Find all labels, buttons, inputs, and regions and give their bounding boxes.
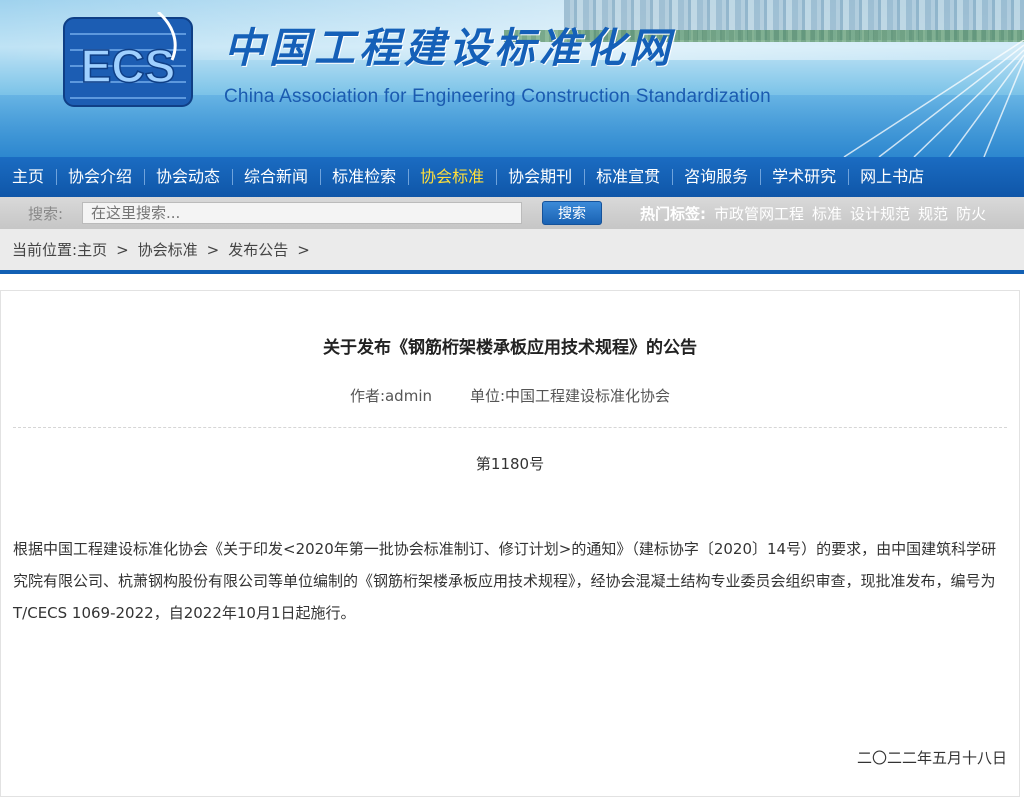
nav-item-about[interactable]: 协会介绍: [56, 157, 144, 197]
breadcrumb-separator: >: [206, 240, 220, 259]
article-date: 二〇二二年五月十八日: [856, 749, 1007, 767]
hot-tag[interactable]: 市政管网工程: [714, 203, 804, 224]
article-unit: 单位:中国工程建设标准化协会: [470, 387, 671, 405]
announcement-number: 第1180号: [475, 455, 545, 473]
nav-item-standard-search[interactable]: 标准检索: [320, 157, 408, 197]
nav-item-promotion[interactable]: 标准宣贯: [584, 157, 672, 197]
article-panel: 关于发布《钢筋桁架楼承板应用技术规程》的公告 作者:admin 单位:中国工程建设…: [0, 290, 1020, 797]
breadcrumb-divider: [0, 270, 1024, 274]
search-button[interactable]: 搜索: [542, 201, 602, 225]
article-author: 作者:admin: [349, 387, 432, 405]
nav-item-news-association[interactable]: 协会动态: [144, 157, 232, 197]
ecs-logo: ECS: [63, 12, 193, 107]
search-input[interactable]: [82, 202, 522, 224]
hot-tag[interactable]: 设计规范: [850, 203, 910, 224]
hot-tags-label: 热门标签:: [640, 204, 706, 223]
breadcrumb-association-standards[interactable]: 协会标准: [138, 239, 198, 260]
breadcrumb-home[interactable]: 主页: [77, 239, 107, 260]
nav-item-bookstore[interactable]: 网上书店: [848, 157, 936, 197]
article-title: 关于发布《钢筋桁架楼承板应用技术规程》的公告: [323, 338, 697, 358]
article-divider: [13, 427, 1007, 428]
search-bar: 搜索: 搜索 热门标签: 市政管网工程 标准 设计规范 规范 防火: [0, 197, 1024, 229]
site-title: 中国工程建设标准化网: [224, 24, 674, 72]
breadcrumb-prefix: 当前位置:: [12, 241, 78, 259]
site-banner: ECS 中国工程建设标准化网 China Association for Eng…: [0, 0, 1024, 157]
banner-bridge-cables: [843, 40, 1024, 157]
hot-tag[interactable]: 规范: [918, 203, 948, 224]
article-body: 根据中国工程建设标准化协会《关于印发<2020年第一批协会标准制订、修订计划>的…: [13, 540, 997, 622]
breadcrumb-announcements[interactable]: 发布公告: [228, 239, 288, 260]
nav-item-general-news[interactable]: 综合新闻: [232, 157, 320, 197]
breadcrumb: 当前位置: 主页 > 协会标准 > 发布公告 >: [0, 229, 1024, 270]
site-subtitle: China Association for Engineering Constr…: [224, 86, 771, 107]
breadcrumb-separator: >: [116, 240, 129, 259]
hot-tag[interactable]: 防火: [956, 203, 986, 224]
logo-text: ECS: [81, 40, 176, 92]
nav-item-journals[interactable]: 协会期刊: [496, 157, 584, 197]
nav-item-home[interactable]: 主页: [0, 157, 56, 197]
main-nav: 主页 协会介绍 协会动态 综合新闻 标准检索 协会标准 协会期刊 标准宣贯 咨询…: [0, 157, 1024, 197]
search-label: 搜索:: [28, 204, 64, 223]
nav-item-consulting[interactable]: 咨询服务: [672, 157, 760, 197]
nav-item-research[interactable]: 学术研究: [760, 157, 848, 197]
article-meta: 作者:admin 单位:中国工程建设标准化协会: [1, 385, 1019, 406]
breadcrumb-separator: >: [297, 240, 310, 259]
hot-tag[interactable]: 标准: [812, 203, 842, 224]
nav-item-association-standards[interactable]: 协会标准: [408, 157, 496, 197]
